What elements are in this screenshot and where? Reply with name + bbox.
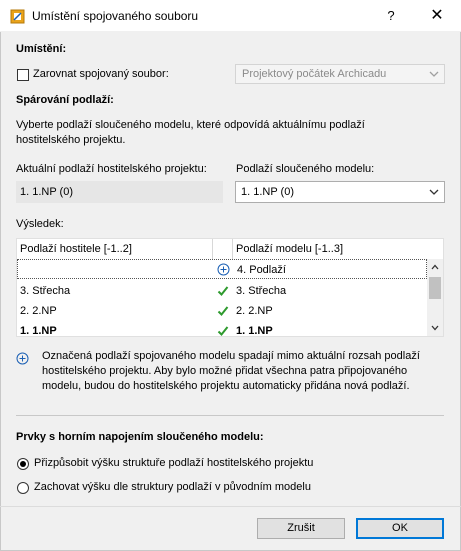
table-scrollbar[interactable] — [427, 259, 443, 336]
row-host — [18, 260, 214, 280]
app-icon — [10, 9, 25, 24]
radio-fit-height[interactable] — [17, 458, 29, 470]
check-icon — [217, 286, 229, 296]
align-label: Zarovnat spojovaný soubor: — [33, 68, 169, 80]
radio-selected-dot — [20, 461, 26, 467]
row-model: 1. 1.NP — [236, 325, 273, 337]
merged-story-dropdown[interactable]: 1. 1.NP (0) — [235, 181, 445, 203]
row-model: 2. 2.NP — [236, 305, 273, 317]
story-pairing-heading: Spárování podlaží: — [16, 94, 114, 106]
chevron-down-icon — [429, 189, 439, 195]
column-header-host[interactable]: Podlaží hostitele [-1..2] — [17, 239, 213, 259]
info-note: Označená podlaží spojovaného modelu spad… — [42, 350, 420, 392]
chevron-down-icon — [429, 71, 439, 77]
origin-dropdown: Projektový počátek Archicadu — [235, 64, 445, 84]
scroll-thumb[interactable] — [429, 277, 441, 299]
origin-value: Projektový počátek Archicadu — [242, 68, 387, 80]
placement-heading: Umístění: — [16, 43, 67, 55]
column-header-status[interactable] — [213, 239, 233, 259]
column-header-model[interactable]: Podlaží modelu [-1..3] — [233, 239, 428, 259]
table-row[interactable]: 1. 1.NP 1. 1.NP — [17, 321, 427, 337]
row-host: 1. 1.NP — [20, 325, 57, 337]
footer-divider — [0, 506, 461, 507]
check-icon — [217, 326, 229, 336]
row-model: 4. Podlaží — [237, 264, 286, 276]
result-table: Podlaží hostitele [-1..2] Podlaží modelu… — [16, 238, 444, 337]
align-checkbox[interactable] — [17, 69, 29, 81]
ok-button[interactable]: OK — [356, 518, 444, 539]
table-row[interactable]: 3. Střecha 3. Střecha — [17, 281, 427, 301]
help-button[interactable]: ? — [380, 5, 402, 27]
scroll-down-icon[interactable] — [431, 325, 439, 331]
check-icon — [217, 306, 229, 316]
host-story-value: 1. 1.NP (0) — [20, 186, 73, 198]
scroll-up-icon[interactable] — [431, 264, 439, 270]
cancel-button[interactable]: Zrušit — [257, 518, 345, 539]
title-bar: Umístění spojovaného souboru ? ✕ — [0, 0, 461, 32]
row-host: 3. Střecha — [20, 285, 71, 297]
add-circle-icon — [217, 263, 230, 276]
radio-keep-height[interactable] — [17, 482, 29, 494]
merged-story-label: Podlaží sloučeného modelu: — [236, 163, 375, 175]
table-row[interactable]: 2. 2.NP 2. 2.NP — [17, 301, 427, 321]
story-pairing-description: Vyberte podlaží sloučeného modelu, které… — [16, 119, 365, 146]
window-title: Umístění spojovaného souboru — [32, 9, 199, 23]
result-heading: Výsledek: — [16, 218, 64, 230]
add-circle-icon — [16, 352, 29, 365]
table-row[interactable]: 4. Podlaží — [17, 259, 427, 279]
top-link-heading: Prvky s horním napojením sloučeného mode… — [16, 431, 264, 443]
host-story-field: 1. 1.NP (0) — [16, 181, 223, 203]
divider — [16, 415, 444, 416]
close-button[interactable]: ✕ — [425, 5, 449, 27]
radio-fit-height-label[interactable]: Přizpůsobit výšku struktuře podlaží host… — [34, 457, 313, 469]
row-host: 2. 2.NP — [20, 305, 57, 317]
radio-keep-height-label[interactable]: Zachovat výšku dle struktury podlaží v p… — [34, 481, 311, 493]
row-model: 3. Střecha — [236, 285, 287, 297]
merged-story-value: 1. 1.NP (0) — [241, 186, 294, 198]
host-story-label: Aktuální podlaží hostitelského projektu: — [16, 163, 207, 175]
